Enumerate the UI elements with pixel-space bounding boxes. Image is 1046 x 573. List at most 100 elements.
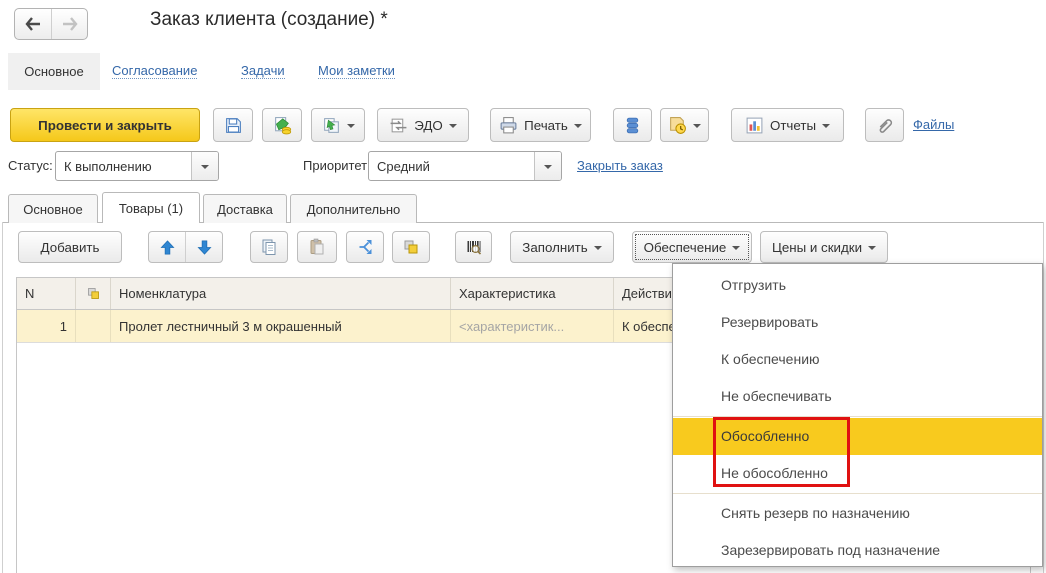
print-button[interactable]: Печать [490,108,591,142]
post-and-close-label: Провести и закрыть [38,118,172,133]
move-row-group [148,231,223,263]
column-header-separate-icon[interactable] [76,278,111,309]
chevron-down-icon [201,165,209,169]
status-label: Статус: [8,158,53,173]
prices-label: Цены и скидки [772,240,862,255]
cell-nomenclature[interactable]: Пролет лестничный 3 м окрашенный [111,310,451,342]
tab-goods[interactable]: Товары (1) [102,192,200,223]
post-and-close-button[interactable]: Провести и закрыть [10,108,200,142]
edo-button[interactable]: ЭДО [377,108,469,142]
close-order-link[interactable]: Закрыть заказ [577,158,663,173]
reports-button[interactable]: Отчеты [731,108,844,142]
separate-supply-button[interactable] [392,231,430,263]
panel-border-right [1043,222,1044,573]
schedule-button[interactable] [660,108,709,142]
nav-item-main[interactable]: Основное [8,53,100,90]
priority-label: Приоритет: [303,158,371,173]
tab-delivery[interactable]: Доставка [203,194,287,223]
cell-characteristic[interactable]: <характеристик... [451,310,614,342]
split-row-button[interactable] [346,231,384,263]
status-value: К выполнению [56,152,191,180]
column-header-num[interactable]: N [17,278,76,309]
history-nav [14,8,88,40]
nav-item-approval[interactable]: Согласование [112,63,197,79]
fill-menu-button[interactable]: Заполнить [510,231,614,263]
database-icon [623,116,642,135]
overlapping-squares-icon [402,238,420,256]
menu-item-reserve-for-purpose[interactable]: Зарезервировать под назначение [673,532,1042,569]
chevron-down-icon [822,124,830,128]
create-based-on-button[interactable] [311,108,365,142]
paperclip-icon [875,116,894,135]
chevron-down-icon [594,246,602,250]
cell-separate[interactable] [76,310,111,342]
menu-item-to-supply[interactable]: К обеспечению [673,341,1042,378]
nav-item-notes[interactable]: Мои заметки [318,63,395,79]
add-row-button[interactable]: Добавить [18,231,122,263]
tab-additional[interactable]: Дополнительно [290,194,417,223]
chevron-down-icon [347,124,355,128]
menu-item-separately[interactable]: Обособленно [673,418,1042,455]
status-combobox[interactable]: К выполнению [55,151,219,181]
arrow-right-icon [61,17,79,31]
fill-label: Заполнить [522,240,587,255]
nav-item-tasks[interactable]: Задачи [241,63,285,79]
menu-item-ship[interactable]: Отгрузить [673,267,1042,304]
column-header-nomenclature[interactable]: Номенклатура [111,278,451,309]
edo-label: ЭДО [414,118,443,133]
chevron-down-icon [449,124,457,128]
supply-dropdown-menu: Отгрузить Резервировать К обеспечению Не… [672,263,1043,567]
paste-row-button[interactable] [297,231,337,263]
arrow-left-icon [24,17,42,31]
column-header-characteristic[interactable]: Характеристика [451,278,614,309]
post-document-button[interactable] [262,108,302,142]
page-title: Заказ клиента (создание) * [150,9,388,31]
supply-menu-button[interactable]: Обеспечение [632,231,752,263]
menu-item-remove-reserve[interactable]: Снять резерв по назначению [673,495,1042,532]
priority-dropdown-button[interactable] [534,152,561,180]
branch-arrows-icon [356,238,374,256]
overlapping-squares-icon [86,286,101,301]
barcode-scan-button[interactable] [455,231,492,263]
chevron-down-icon [693,124,701,128]
barcode-icon [465,238,483,256]
app-window: Заказ клиента (создание) * Основное Согл… [0,0,1046,573]
paste-icon [308,238,326,256]
print-label: Печать [524,118,568,133]
create-based-on-icon [322,116,341,135]
priority-combobox[interactable]: Средний [368,151,562,181]
copy-row-button[interactable] [250,231,288,263]
copy-icon [260,238,278,256]
add-row-label: Добавить [41,240,100,255]
chevron-down-icon [732,246,740,250]
floppy-icon [224,116,243,135]
reports-label: Отчеты [770,118,816,133]
chevron-down-icon [868,246,876,250]
menu-separator [673,493,1042,494]
priority-value: Средний [369,152,534,180]
menu-item-do-not-supply[interactable]: Не обеспечивать [673,378,1042,415]
save-button[interactable] [213,108,253,142]
cell-num[interactable]: 1 [17,310,76,342]
tab-main[interactable]: Основное [8,194,98,223]
back-button[interactable] [15,9,51,39]
forward-button[interactable] [51,9,87,39]
panel-border-left [2,222,3,573]
move-down-button[interactable] [185,232,222,262]
attachments-button[interactable] [865,108,904,142]
post-document-icon [273,116,292,135]
menu-item-reserve[interactable]: Резервировать [673,304,1042,341]
chevron-down-icon [544,165,552,169]
chevron-down-icon [574,124,582,128]
prices-discounts-button[interactable]: Цены и скидки [760,231,888,263]
menu-separator [673,416,1042,417]
menu-item-not-separately[interactable]: Не обособленно [673,455,1042,492]
move-up-button[interactable] [149,232,185,262]
status-dropdown-button[interactable] [191,152,218,180]
arrow-down-icon [196,239,213,256]
printer-icon [499,116,518,135]
arrow-up-icon [159,239,176,256]
supply-label: Обеспечение [644,240,727,255]
files-link[interactable]: Файлы [913,117,954,132]
registers-button[interactable] [613,108,652,142]
